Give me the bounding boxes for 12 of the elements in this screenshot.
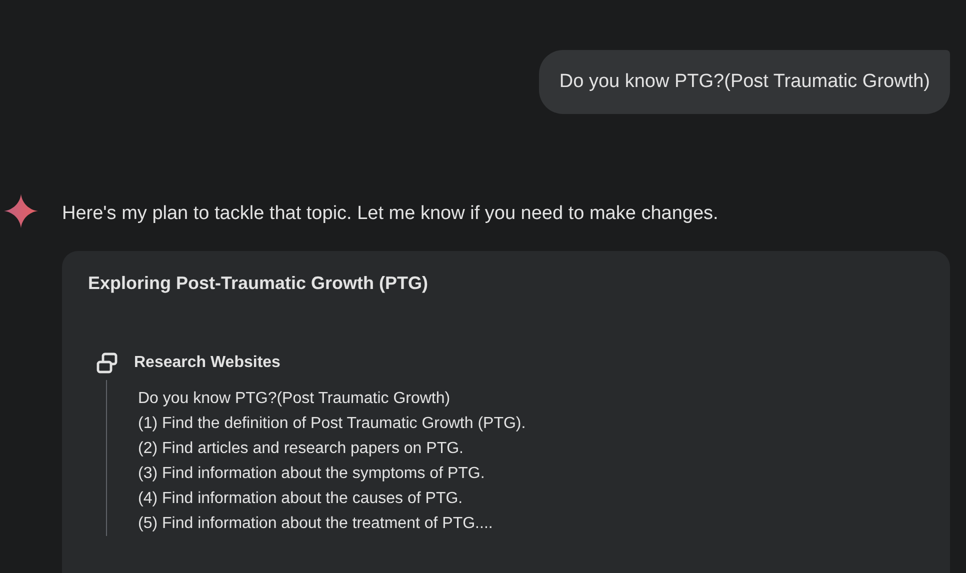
sparkle-icon <box>4 194 38 228</box>
step-text: (4) Find information about the causes of PTG. <box>138 489 464 509</box>
step-text: (2) Find articles and research papers on PTG. <box>138 439 464 459</box>
user-message: Do you know PTG?(Post Traumatic Growth) <box>539 50 950 114</box>
response-text: Here's my plan to tackle that topic. Let me know if you need to make changes. <box>62 203 720 226</box>
step-text: (5) Find information about the treatment of PTG.... <box>138 514 494 534</box>
plan-title: Exploring Post-Traumatic Growth (PTG) <box>88 273 430 294</box>
step-label: Research Websites <box>134 354 280 372</box>
step-text: Do you know PTG?(Post Traumatic Growth) <box>138 389 452 409</box>
step-text: (3) Find information about the symptoms of PTG. <box>138 464 486 484</box>
step-text: (1) Find the definition of Post Traumatic Growth (PTG). <box>138 414 527 434</box>
windows-icon <box>96 352 118 374</box>
